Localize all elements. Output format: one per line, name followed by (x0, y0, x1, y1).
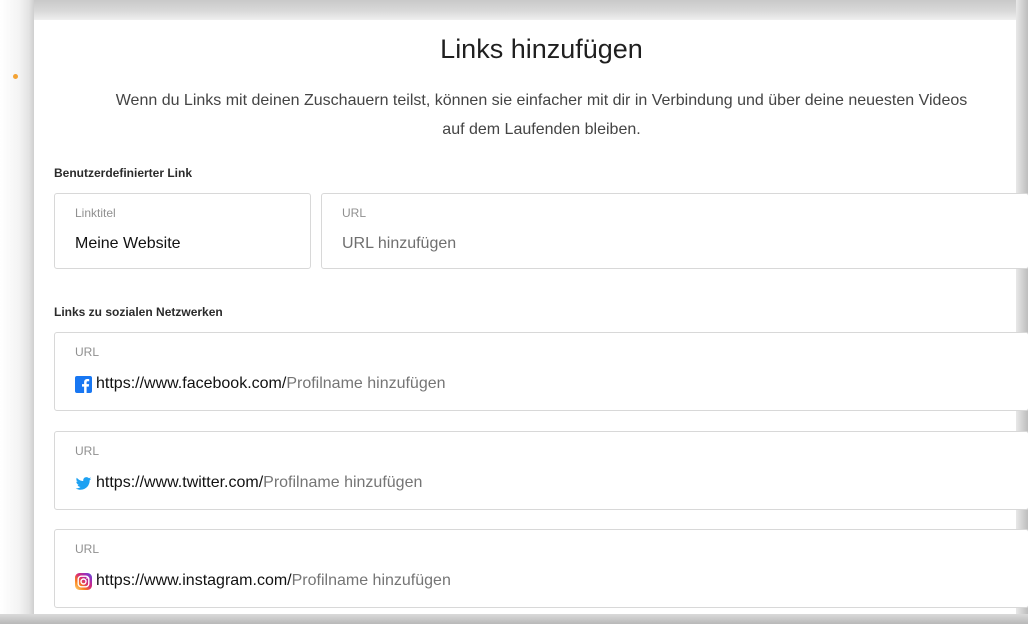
screenshot-stage: Links hinzufügen Wenn du Links mit deine… (0, 0, 1028, 624)
twitter-url-prefix: https://www.twitter.com/ (96, 474, 264, 491)
link-title-field[interactable]: Linktitel Meine Website (54, 193, 311, 269)
facebook-url-input[interactable]: https://www.facebook.com/Profilname hinz… (75, 374, 446, 394)
link-title-label: Linktitel (75, 206, 116, 220)
dialog-title: Links hinzufügen (440, 34, 643, 64)
link-title-value[interactable]: Meine Website (75, 235, 181, 253)
links-dialog: Links hinzufügen Wenn du Links mit deine… (34, 20, 1028, 614)
twitter-url-label: URL (75, 444, 100, 458)
instagram-url-prefix: https://www.instagram.com/ (96, 572, 292, 589)
facebook-profile-placeholder: Profilname hinzufügen (286, 375, 446, 392)
dialog-description: Wenn du Links mit deinen Zuschauern teil… (115, 92, 968, 138)
facebook-icon (75, 375, 92, 393)
facebook-url-field[interactable]: URL https://www.facebook.com/Profilname … (54, 332, 1028, 411)
instagram-url-input[interactable]: https://www.instagram.com/Profilname hin… (75, 571, 451, 591)
twitter-url-field[interactable]: URL https://www.twitter.com/Profilname h… (54, 431, 1028, 510)
twitter-url-input[interactable]: https://www.twitter.com/Profilname hinzu… (75, 473, 422, 493)
decorative-dot (13, 74, 18, 79)
screenshot-frame-bottom (0, 614, 1028, 624)
instagram-url-field[interactable]: URL https://www.instagram.com/ Profilnam… (54, 529, 1028, 608)
screenshot-frame-top (0, 0, 1028, 20)
custom-url-label: URL (342, 206, 367, 220)
custom-url-placeholder[interactable]: URL hinzufügen (342, 235, 456, 253)
instagram-icon (75, 572, 92, 590)
instagram-url-label: URL (75, 542, 100, 556)
twitter-icon (75, 475, 92, 492)
custom-link-section-label: Benutzerdefinierter Link (54, 166, 193, 180)
facebook-url-label: URL (75, 345, 100, 359)
instagram-profile-placeholder: Profilname hinzufügen (291, 572, 451, 589)
screenshot-frame-left (0, 0, 34, 624)
custom-url-field[interactable]: URL URL hinzufügen (321, 193, 1028, 269)
twitter-profile-placeholder: Profilname hinzufügen (263, 474, 423, 491)
social-links-section-label: Links zu sozialen Netzwerken (54, 305, 223, 319)
facebook-url-prefix: https://www.facebook.com/ (96, 375, 287, 392)
